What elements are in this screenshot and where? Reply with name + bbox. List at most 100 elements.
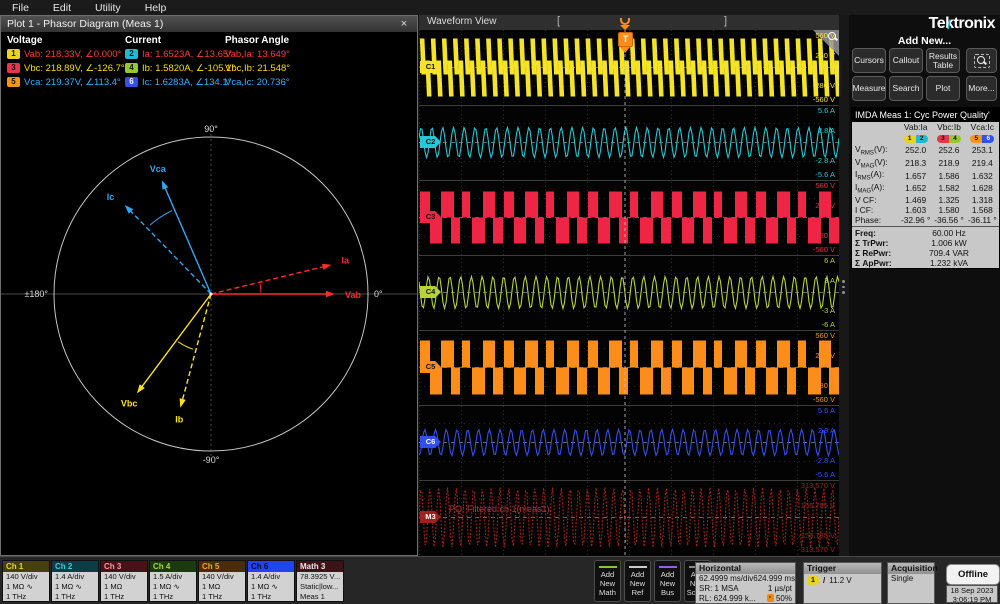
menu-help[interactable]: Help xyxy=(133,2,179,14)
phasor-title: Plot 1 - Phasor Diagram (Meas 1) xyxy=(7,18,397,30)
voltage-cell: 1Vab: 218.33V, ∠0.000° xyxy=(7,49,125,60)
acquisition-panel[interactable]: Acquisition Single xyxy=(887,562,935,604)
phasor-angle-cell: Vca,Ic: 20.736° xyxy=(225,77,417,88)
channel-badge-title: Math 3 xyxy=(297,561,343,572)
scale-label: -560 V xyxy=(813,96,835,104)
channel-badge-line: 1 MΩ xyxy=(199,582,245,592)
scale-label: -280 V xyxy=(813,232,835,240)
current-value: Ib: 1.5820A, ∠-105.1° xyxy=(142,63,235,74)
channel-badge-ch5[interactable]: Ch 5140 V/div1 MΩ1 THz xyxy=(198,560,246,602)
waveform-window: Waveform View [ ] T PQ: Filtered ch 1(me… xyxy=(419,15,839,556)
badge-half: 3 xyxy=(937,135,949,143)
channel-badge-ch4[interactable]: Ch 41.5 A/div1 MΩ ∿1 THz xyxy=(149,560,197,602)
horizontal-rate: 62.4999 ms/div xyxy=(699,574,753,584)
measurement-value: -36.11 ° xyxy=(966,215,999,225)
results-table-button[interactable]: Results Table xyxy=(926,48,960,73)
horizontal-title: Horizontal xyxy=(696,563,795,574)
svg-text:Ic: Ic xyxy=(107,192,115,202)
phasor-table-header: VoltageCurrentPhasor Angle xyxy=(1,33,417,47)
summary-value: 1.232 kVA xyxy=(899,258,999,268)
date: 18 Sep 2023 xyxy=(947,586,997,595)
measurement-value: 1.657 xyxy=(899,171,932,181)
channel-badge: 5 xyxy=(7,77,20,87)
svg-text:Vca: Vca xyxy=(150,164,167,174)
acquisition-mode: Single xyxy=(888,574,934,584)
results-table-title[interactable]: IMDA Meas 1: Cyc Power Quality' xyxy=(852,108,999,122)
scale-label: -3 A xyxy=(822,307,835,315)
voltage-value: Vca: 219.37V, ∠113.4° xyxy=(24,77,121,88)
trigger-position-marker[interactable]: T xyxy=(618,32,633,47)
trigger-panel[interactable]: Trigger 1 / 11.2 V xyxy=(803,562,882,604)
channel-badge-ch6[interactable]: Ch 61.4 A/div1 MΩ ∿1 THz xyxy=(247,560,295,602)
menu-file[interactable]: File xyxy=(0,2,41,14)
scale-label: 313.570 V xyxy=(801,482,835,490)
zoom-right-bracket[interactable]: ] xyxy=(724,15,727,27)
search-button[interactable]: Search xyxy=(889,76,923,101)
channel-badge: 4 xyxy=(125,63,138,73)
channel-badge-line: 1.4 A/div xyxy=(248,572,294,582)
channel-badge: 3 xyxy=(7,63,20,73)
close-icon[interactable]: × xyxy=(397,18,411,30)
trigger-level: 11.2 V xyxy=(829,576,852,586)
measurement-value: -32.96 ° xyxy=(899,215,932,225)
channel-badge-line: 1 THz xyxy=(248,592,294,602)
measurement-value: 1.628 xyxy=(966,183,999,193)
waveform-grid[interactable]: T PQ: Filtered ch 1(meas1) C1560 V280 V-… xyxy=(419,30,839,556)
badge-half: 4 xyxy=(949,135,961,143)
current-cell: 6Ic: 1.6283A, ∠134.1° xyxy=(125,77,225,88)
zoom-left-bracket[interactable]: [ xyxy=(557,15,560,27)
logo-text: Te xyxy=(929,15,945,32)
scale-label: 560 V xyxy=(815,182,835,190)
more--button[interactable]: More... xyxy=(966,76,997,101)
current-cell: 2Ia: 1.6523A, ∠13.65° xyxy=(125,49,225,60)
phasor-angle-value: Vca,Ic: 20.736° xyxy=(225,77,290,88)
measurement-value: 1.603 xyxy=(899,205,932,215)
measurement-label: Phase: xyxy=(852,215,899,225)
summary-value: 709.4 VAR xyxy=(899,248,999,258)
voltage-value: Vbc: 218.89V, ∠-126.7° xyxy=(24,63,125,74)
channel-badge-title: Ch 3 xyxy=(101,561,147,572)
channel-badge-line: 140 V/div xyxy=(199,572,245,582)
scale-label: 3 A xyxy=(824,277,835,285)
offline-button[interactable]: Offline xyxy=(946,564,1000,585)
channel-badge-ch2[interactable]: Ch 21.4 A/div1 MΩ ∿1 THz xyxy=(51,560,99,602)
summary-label: Freq: xyxy=(852,228,899,238)
scale-label: 280 V xyxy=(815,202,835,210)
channel-badge-title: Ch 2 xyxy=(52,561,98,572)
voltage-cell: 5 Vca: 219.37V, ∠113.4° xyxy=(7,77,125,88)
measurement-label: V CF: xyxy=(852,195,899,205)
panel-divider xyxy=(839,15,849,556)
channel-badge-line: 1 MΩ ∿ xyxy=(52,582,98,592)
math3-source-label: PQ: Filtered ch 1(meas1) xyxy=(449,504,550,514)
plot-button[interactable]: Plot xyxy=(926,76,960,101)
svg-text:Vab: Vab xyxy=(345,290,362,300)
expansion-point-icon[interactable] xyxy=(618,17,630,29)
scale-label: -313.570 V xyxy=(798,546,835,554)
cursors-button[interactable]: Cursors xyxy=(852,48,886,73)
phasor-titlebar[interactable]: Plot 1 - Phasor Diagram (Meas 1) × xyxy=(1,16,417,32)
channel-badge-ch1[interactable]: Ch 1140 V/div1 MΩ ∿1 THz xyxy=(2,560,50,602)
scale-label: -280 V xyxy=(813,82,835,90)
channel-badge-ch3[interactable]: Ch 3140 V/div1 MΩ1 THz xyxy=(100,560,148,602)
divider-drag-handle[interactable] xyxy=(842,277,845,297)
scale-label: -560 V xyxy=(813,246,835,254)
channel-badge-title: Ch 6 xyxy=(248,561,294,572)
scale-label: 280 V xyxy=(815,352,835,360)
add-new-bus-button[interactable]: AddNewBus xyxy=(654,560,681,602)
channel-badge: 2 xyxy=(125,49,138,59)
channel-badge-line: 140 V/div xyxy=(3,572,49,582)
phasor-angle-cell: Vbc,Ib: 21.548° xyxy=(225,63,417,74)
trigger-level-arrow-icon[interactable] xyxy=(832,63,839,71)
menu-utility[interactable]: Utility xyxy=(83,2,133,14)
phasor-angle-value: Vbc,Ib: 21.548° xyxy=(225,63,290,74)
callout-button[interactable]: Callout xyxy=(889,48,923,73)
measure-button[interactable]: Measure xyxy=(852,76,886,101)
channel-badge-math3[interactable]: Math 378.3925 V...Static|low...Meas 1 xyxy=(296,560,344,602)
add-new-ref-button[interactable]: AddNewRef xyxy=(624,560,651,602)
add-new-math-button[interactable]: AddNewMath xyxy=(594,560,621,602)
zoom-box-button[interactable] xyxy=(966,48,997,73)
horizontal-panel[interactable]: Horizontal 62.4999 ms/div 624.999 ms SR:… xyxy=(695,562,796,604)
measurement-value: 218.3 xyxy=(899,158,932,168)
menu-edit[interactable]: Edit xyxy=(41,2,83,14)
svg-text:Vbc: Vbc xyxy=(121,398,138,408)
